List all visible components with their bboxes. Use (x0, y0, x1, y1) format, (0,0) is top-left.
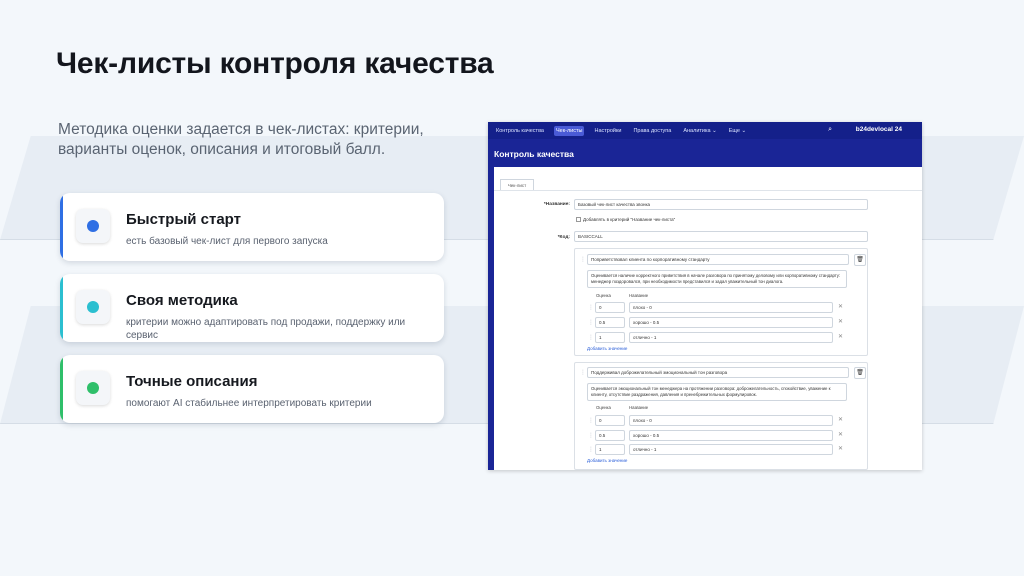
app-topbar: Контроль качества Чек-листы Настройки Пр… (488, 122, 922, 139)
score-input[interactable]: 0 (595, 302, 625, 313)
app-page-title: Контроль качества (494, 149, 574, 159)
add-value-link[interactable]: Добавить значение (587, 346, 627, 351)
page-title: Чек-листы контроля качества (56, 47, 494, 80)
score-input[interactable]: 0 (595, 415, 625, 426)
criterion-desc-textarea[interactable]: Оценивается эмоциональный тон менеджера … (587, 383, 847, 401)
close-icon[interactable]: ✕ (838, 416, 843, 423)
close-icon[interactable]: ✕ (838, 333, 843, 340)
name-input[interactable]: Базовый чек-лист качества звонка (574, 199, 868, 210)
col-score-header: Оценка (596, 293, 611, 298)
dot-icon (76, 209, 110, 243)
checkbox[interactable] (576, 217, 581, 223)
score-name-input[interactable]: плохо - 0 (629, 302, 833, 313)
code-label: *Код: (557, 235, 570, 240)
score-name-input[interactable]: хорошо - 0.5 (629, 430, 833, 441)
feature-card-precise-desc: Точные описания помогают AI стабильнее и… (60, 355, 444, 423)
nav-analytics[interactable]: Аналитика ⌄ (681, 126, 718, 136)
nav-quality-control[interactable]: Контроль качества (494, 126, 546, 136)
feature-card-own-method: Своя методика критерии можно адаптироват… (60, 274, 444, 342)
app-screenshot: Контроль качества Чек-листы Настройки Пр… (488, 122, 922, 470)
nav-checklists[interactable]: Чек-листы (554, 125, 585, 136)
col-name-header: Название (629, 405, 649, 410)
portal-brand[interactable]: b24devlocal 24 (856, 126, 902, 133)
close-icon[interactable]: ✕ (838, 318, 843, 325)
lead-text: Методика оценки задается в чек-листах: к… (58, 121, 424, 158)
score-input[interactable]: 1 (595, 332, 625, 343)
nav-access-rights[interactable]: Права доступа (631, 126, 673, 136)
close-icon[interactable]: ✕ (838, 431, 843, 438)
col-score-header: Оценка (596, 405, 611, 410)
card-title: Быстрый старт (126, 211, 241, 228)
dot-icon (76, 371, 110, 405)
add-value-link[interactable]: Добавить значение (587, 458, 627, 463)
code-input[interactable]: BASICCALL (574, 231, 868, 242)
score-input[interactable]: 0.5 (595, 430, 625, 441)
feature-card-quick-start: Быстрый старт есть базовый чек-лист для … (60, 193, 444, 261)
card-desc: есть базовый чек-лист для первого запуск… (126, 236, 328, 247)
card-accent (60, 355, 63, 423)
score-name-input[interactable]: плохо - 0 (629, 415, 833, 426)
nav-settings[interactable]: Настройки (592, 126, 623, 136)
score-input[interactable]: 1 (595, 444, 625, 455)
name-label: *Название: (543, 202, 570, 207)
close-icon[interactable]: ✕ (838, 445, 843, 452)
criterion-name-input[interactable]: Поддерживал доброжелательный эмоциональн… (587, 367, 849, 378)
card-desc: критерии можно адаптировать под продажи,… (126, 317, 406, 341)
trash-icon[interactable]: 🗑 (854, 254, 866, 266)
score-input[interactable]: 0.5 (595, 317, 625, 328)
app-header: Контроль качества (488, 139, 922, 167)
card-title: Своя методика (126, 292, 238, 309)
card-title: Точные описания (126, 373, 258, 390)
dot-icon (76, 290, 110, 324)
col-name-header: Название (629, 293, 649, 298)
nav-more[interactable]: Еще ⌄ (727, 126, 748, 136)
criterion-desc-textarea[interactable]: Оценивается наличие корректного приветст… (587, 270, 847, 288)
card-accent (60, 193, 63, 261)
checkbox-label: Добавлять в критерий "Название чек-листа… (583, 217, 676, 222)
card-accent (60, 274, 63, 342)
trash-icon[interactable]: 🗑 (854, 367, 866, 379)
criterion-name-input[interactable]: Поприветствовал клиента по корпоративном… (587, 254, 849, 265)
close-icon[interactable]: ✕ (838, 303, 843, 310)
tab-divider (494, 190, 922, 191)
card-desc: помогают AI стабильнее интерпретировать … (126, 398, 372, 409)
score-name-input[interactable]: отлично - 1 (629, 332, 833, 343)
left-strip (488, 167, 494, 470)
search-icon[interactable]: ⌕ (828, 126, 832, 134)
score-name-input[interactable]: отлично - 1 (629, 444, 833, 455)
score-name-input[interactable]: хорошо - 0.5 (629, 317, 833, 328)
add-to-criterion-checkbox[interactable]: Добавлять в критерий "Название чек-листа… (576, 217, 676, 223)
